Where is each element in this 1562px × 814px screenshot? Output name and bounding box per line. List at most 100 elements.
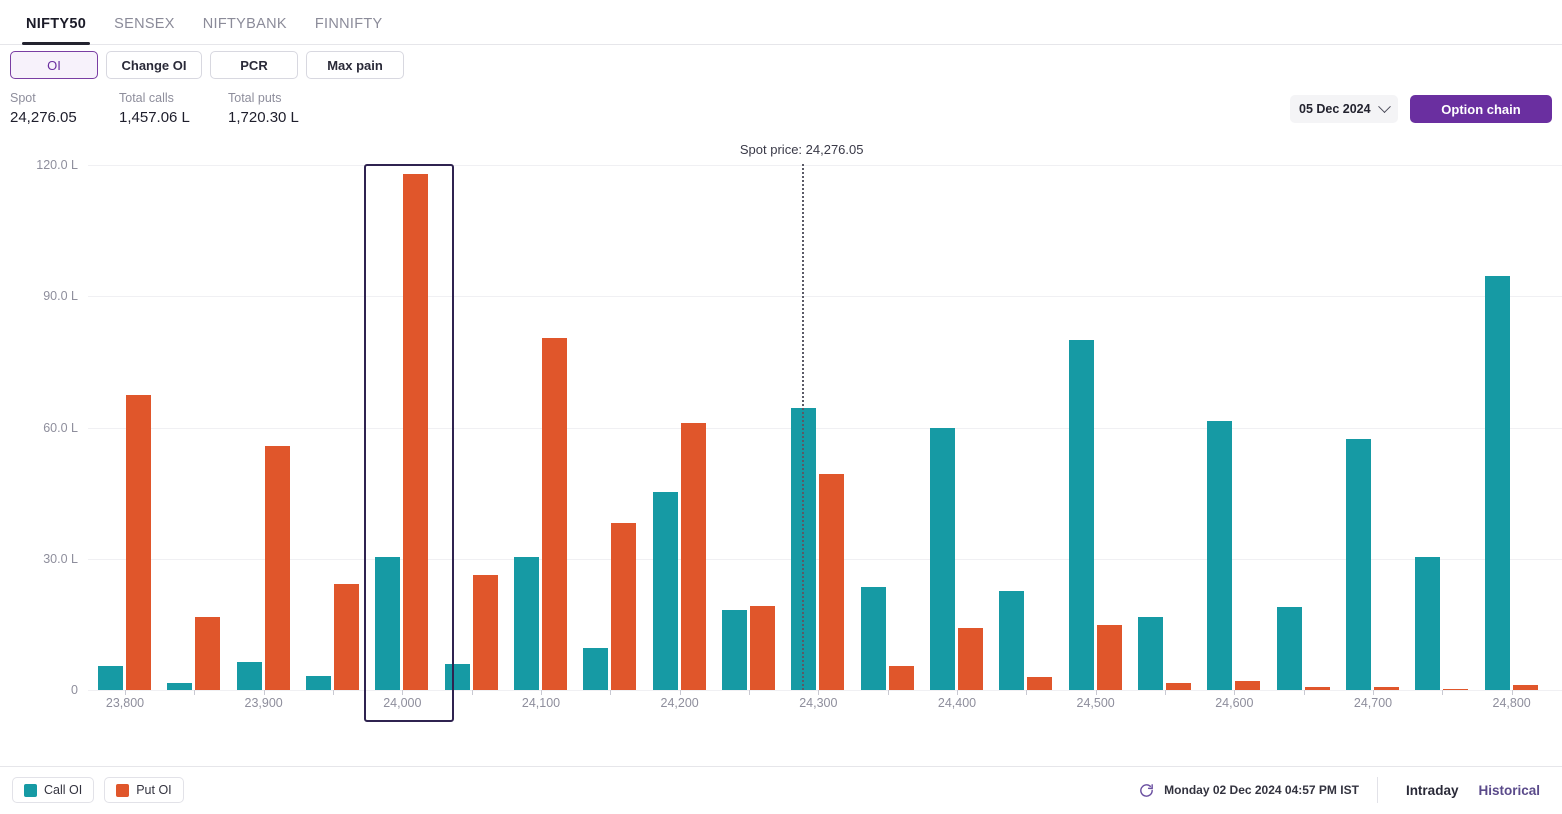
bar-put-oi[interactable] (750, 605, 775, 690)
bar-call-oi[interactable] (1276, 607, 1302, 690)
bar-put-oi[interactable] (1374, 686, 1399, 690)
bar-call-oi[interactable] (860, 586, 886, 690)
bar-group[interactable] (1138, 140, 1207, 690)
legend-item-put-oi[interactable]: Put OI (104, 777, 184, 803)
footer-right: Monday 02 Dec 2024 04:57 PM IST Intraday… (1138, 777, 1550, 803)
bar-group[interactable] (583, 140, 652, 690)
bar-group[interactable] (999, 140, 1068, 690)
bar-put-oi[interactable] (1512, 685, 1538, 690)
summary-stats: Spot 24,276.05 Total calls 1,457.06 L To… (10, 90, 337, 129)
bar-put-oi[interactable] (195, 617, 221, 690)
legend-label: Put OI (136, 783, 172, 797)
x-axis-tickmark (333, 690, 334, 695)
bar-put-oi[interactable] (472, 574, 498, 690)
stat-label: Spot (10, 91, 36, 105)
y-axis-tick-label: 120.0 L (36, 158, 78, 172)
bar-put-oi[interactable] (1027, 677, 1053, 690)
bar-call-oi[interactable] (999, 590, 1025, 690)
bar-group[interactable] (1346, 140, 1415, 690)
y-axis-tick-label: 0 (71, 683, 78, 697)
bar-put-oi[interactable] (1096, 625, 1122, 690)
bar-call-oi[interactable] (722, 609, 747, 690)
refresh-icon[interactable] (1138, 782, 1155, 799)
bar-put-oi[interactable] (264, 445, 290, 690)
chip-pcr[interactable]: PCR (210, 51, 298, 79)
bar-put-oi[interactable] (819, 474, 845, 690)
chip-oi[interactable]: OI (10, 51, 98, 79)
bar-group[interactable] (652, 140, 722, 690)
bar-put-oi[interactable] (611, 522, 637, 690)
x-axis-tickmark (679, 690, 681, 695)
bar-group[interactable] (860, 140, 930, 690)
tab-niftybank[interactable]: NIFTYBANK (189, 16, 301, 44)
expiry-date-selector[interactable]: 05 Dec 2024 (1290, 95, 1398, 123)
bar-group[interactable] (1484, 140, 1554, 690)
oi-bar-chart: 0 30.0 L 60.0 L 90.0 L 120.0 L 23,800 23,900 2… (0, 140, 1562, 740)
bar-call-oi[interactable] (514, 557, 539, 690)
bar-put-oi[interactable] (1235, 681, 1261, 690)
bar-call-oi[interactable] (306, 676, 331, 690)
x-axis-tickmark (610, 690, 612, 695)
x-axis-tickmark (1442, 690, 1444, 695)
bar-put-oi[interactable] (680, 422, 706, 690)
bar-put-oi[interactable] (126, 395, 151, 690)
bar-call-oi[interactable] (236, 662, 262, 690)
bar-group[interactable] (167, 140, 236, 690)
bar-put-oi[interactable] (1304, 687, 1330, 690)
bar-group[interactable] (1276, 140, 1346, 690)
bar-call-oi[interactable] (930, 427, 955, 690)
chip-change-oi[interactable]: Change OI (106, 51, 202, 79)
bar-call-oi[interactable] (1207, 421, 1233, 690)
bar-group[interactable] (444, 140, 514, 690)
option-chain-button[interactable]: Option chain (1410, 95, 1552, 123)
chip-max-pain[interactable]: Max pain (306, 51, 404, 79)
bar-group[interactable] (514, 140, 583, 690)
bar-put-oi[interactable] (888, 665, 914, 690)
bar-call-oi[interactable] (167, 682, 193, 690)
x-axis-tickmark (263, 690, 265, 695)
bar-group[interactable] (722, 140, 791, 690)
y-axis-tick-label: 60.0 L (43, 420, 78, 435)
bar-group[interactable] (236, 140, 306, 690)
bar-group[interactable] (375, 140, 444, 690)
tab-nifty50[interactable]: NIFTY50 (12, 16, 100, 45)
bar-put-oi[interactable] (1166, 682, 1191, 690)
bar-call-oi[interactable] (375, 557, 401, 690)
bar-call-oi[interactable] (583, 648, 609, 690)
bar-group[interactable] (306, 140, 375, 690)
bar-call-oi[interactable] (1068, 340, 1094, 690)
bar-call-oi[interactable] (444, 664, 470, 690)
bar-group[interactable] (98, 140, 167, 690)
tab-finnifty[interactable]: FINNIFTY (301, 16, 397, 44)
x-axis-tickmark (402, 690, 404, 695)
stat-total-calls: Total calls 1,457.06 L (119, 90, 228, 129)
bar-call-oi[interactable] (98, 665, 123, 690)
bar-call-oi[interactable] (1415, 557, 1441, 690)
tab-sensex[interactable]: SENSEX (100, 16, 189, 44)
bar-call-oi[interactable] (652, 492, 678, 690)
bar-group[interactable] (1415, 140, 1484, 690)
stat-value: 24,276.05 (10, 109, 77, 126)
bar-put-oi[interactable] (542, 337, 567, 690)
footer-link-historical[interactable]: Historical (1468, 783, 1550, 798)
bar-call-oi[interactable] (1484, 276, 1510, 690)
bar-put-oi[interactable] (958, 628, 983, 690)
bar-call-oi[interactable] (1346, 439, 1371, 690)
bar-group[interactable] (930, 140, 999, 690)
bar-call-oi[interactable] (791, 407, 817, 690)
stat-label: Total puts (228, 91, 282, 105)
bar-put-oi[interactable] (1443, 688, 1469, 690)
footer-link-intraday[interactable]: Intraday (1396, 783, 1469, 798)
x-axis-tickmark (541, 690, 542, 695)
bar-put-oi[interactable] (403, 173, 429, 690)
tab-label: SENSEX (114, 16, 175, 32)
chart-plot-area: 23,800 23,900 24,000 24,100 24,200 24,300 24,4… (88, 140, 1562, 722)
stat-spot: Spot 24,276.05 (10, 90, 119, 129)
bar-call-oi[interactable] (1138, 617, 1163, 690)
legend-item-call-oi[interactable]: Call OI (12, 777, 95, 803)
x-axis-tickmark (1234, 690, 1236, 695)
bar-group[interactable] (1207, 140, 1276, 690)
x-axis-tickmark (1303, 690, 1305, 695)
bar-put-oi[interactable] (334, 583, 359, 690)
bar-group[interactable] (1068, 140, 1138, 690)
